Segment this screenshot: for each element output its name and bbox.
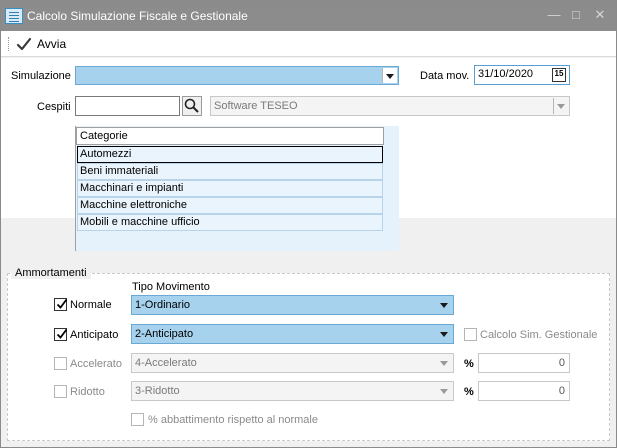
app-icon xyxy=(5,8,23,24)
abbattimento-label: % abbattimento rispetto al normale xyxy=(148,414,318,426)
list-item[interactable]: Macchinari e impianti xyxy=(77,180,383,197)
chevron-down-icon xyxy=(437,355,452,371)
checkmark-icon xyxy=(56,328,68,339)
ridotto-percent-field[interactable]: 0 xyxy=(478,381,570,401)
list-item[interactable]: Beni immateriali xyxy=(77,163,383,180)
normale-checkbox[interactable] xyxy=(54,298,68,311)
anticipato-value: 2-Anticipato xyxy=(135,328,194,340)
abbattimento-checkbox[interactable] xyxy=(131,413,144,426)
chevron-down-icon[interactable] xyxy=(382,68,397,83)
ammortamenti-title: Ammortamenti xyxy=(11,267,91,279)
toolbar: Avvia xyxy=(1,31,616,57)
anticipato-checkbox[interactable] xyxy=(54,328,68,341)
accelerato-percent-value: 0 xyxy=(558,357,565,369)
tipo-movimento-label: Tipo Movimento xyxy=(132,281,210,293)
normale-combo[interactable]: 1-Ordinario xyxy=(131,295,454,315)
accelerato-checkbox[interactable] xyxy=(54,357,67,370)
maximize-icon[interactable]: □ xyxy=(568,7,584,22)
data-mov-value: 31/10/2020 xyxy=(478,68,534,80)
list-item[interactable]: Automezzi xyxy=(77,146,383,163)
normale-label: Normale xyxy=(70,299,112,311)
anticipato-label: Anticipato xyxy=(70,329,119,341)
data-mov-label: Data mov. xyxy=(420,70,470,82)
calendar-icon[interactable]: 15 xyxy=(552,68,566,82)
cespiti-field[interactable] xyxy=(75,96,180,116)
ridotto-percent-symbol: % xyxy=(464,386,474,398)
ridotto-combo: 3-Ridotto xyxy=(131,381,454,401)
close-icon[interactable]: ✕ xyxy=(592,7,608,23)
calcolo-sim-label: Calcolo Sim. Gestionale xyxy=(480,329,598,341)
avvia-label: Avvia xyxy=(37,37,67,51)
ridotto-checkbox[interactable] xyxy=(54,385,67,398)
cespiti-label: Cespiti xyxy=(37,101,71,113)
simulazione-combo[interactable] xyxy=(75,66,399,85)
accelerato-value: 4-Accelerato xyxy=(135,357,197,369)
toolbar-grip xyxy=(8,37,10,51)
chevron-down-icon xyxy=(553,98,568,114)
checkmark-icon xyxy=(56,298,68,309)
list-item[interactable]: Macchine elettroniche xyxy=(77,197,383,214)
checkmark-icon xyxy=(16,37,32,51)
accelerato-combo: 4-Accelerato xyxy=(131,353,454,373)
window-title: Calcolo Simulazione Fiscale e Gestionale xyxy=(27,9,248,23)
search-icon xyxy=(184,98,199,113)
calcolo-sim-checkbox[interactable] xyxy=(464,328,477,341)
accelerato-percent-field[interactable]: 0 xyxy=(478,353,570,373)
software-combo: Software TESEO xyxy=(210,96,570,116)
accelerato-label: Accelerato xyxy=(70,358,122,370)
chevron-down-icon xyxy=(437,383,452,399)
avvia-button[interactable]: Avvia xyxy=(16,35,66,53)
search-button[interactable] xyxy=(182,96,202,116)
categories-header: Categorie xyxy=(76,127,384,145)
ridotto-value: 3-Ridotto xyxy=(135,385,180,397)
title-bar: Calcolo Simulazione Fiscale e Gestionale… xyxy=(1,1,616,31)
categories-list[interactable]: Categorie Automezzi Beni immateriali Mac… xyxy=(75,126,399,251)
list-item[interactable]: Mobili e macchine ufficio xyxy=(77,214,383,231)
software-value: Software TESEO xyxy=(214,100,298,112)
chevron-down-icon[interactable] xyxy=(437,297,452,313)
chevron-down-icon[interactable] xyxy=(437,326,452,342)
simulazione-label: Simulazione xyxy=(11,70,71,82)
normale-value: 1-Ordinario xyxy=(135,299,191,311)
ridotto-label: Ridotto xyxy=(70,386,105,398)
data-mov-field[interactable]: 31/10/2020 15 xyxy=(474,65,570,85)
accelerato-percent-symbol: % xyxy=(464,358,474,370)
calendar-day: 15 xyxy=(554,69,564,78)
dialog-window: Calcolo Simulazione Fiscale e Gestionale… xyxy=(0,0,617,448)
anticipato-combo[interactable]: 2-Anticipato xyxy=(131,324,454,344)
minimize-icon[interactable]: — xyxy=(546,7,562,22)
ridotto-percent-value: 0 xyxy=(558,385,565,397)
